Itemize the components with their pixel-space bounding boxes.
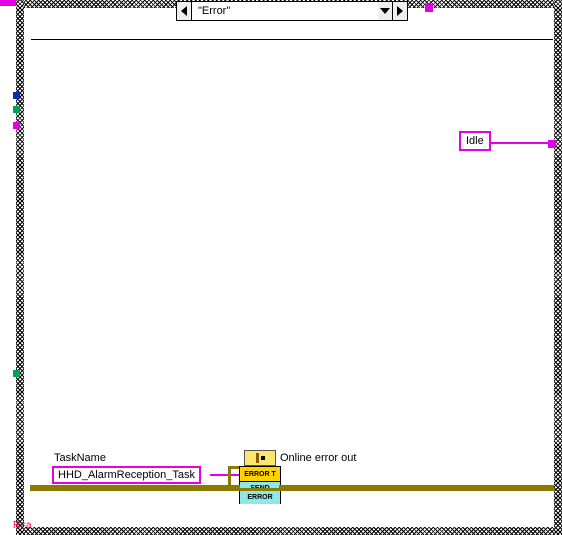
bundle-glyph-icon [256, 453, 259, 463]
string-constant-idle-text: Idle [466, 135, 484, 147]
wire-idle [490, 142, 550, 144]
bundle-dot-icon [261, 456, 265, 460]
send-error-subvi[interactable]: ERROR T SEND ERROR [239, 466, 281, 504]
red-marker: R=a [13, 520, 32, 531]
structure-border-bottom [16, 527, 562, 535]
case-dropdown-button[interactable] [378, 2, 392, 20]
case-prev-button[interactable] [177, 2, 192, 20]
subvi-body: SEND ERROR [240, 482, 280, 504]
left-tunnel-1[interactable] [13, 92, 20, 99]
wire-cluster-out [279, 485, 554, 488]
string-constant-idle[interactable]: Idle [459, 131, 491, 151]
bundle-by-name-node[interactable] [244, 450, 276, 466]
wire-cluster-branch-v [228, 466, 231, 488]
chevron-right-icon [397, 6, 403, 16]
chevron-down-icon [380, 8, 390, 14]
left-tunnel-2[interactable] [13, 106, 20, 113]
case-selector-label[interactable]: "Error" [192, 2, 378, 20]
left-tunnel-3[interactable] [13, 122, 20, 129]
case-next-button[interactable] [392, 2, 407, 20]
left-tunnel-4[interactable] [13, 370, 20, 377]
wire-cluster-bottom [30, 488, 555, 491]
inner-rule [31, 39, 553, 40]
taskname-label: TaskName [54, 452, 106, 464]
wire-taskname [210, 474, 239, 476]
case-selector[interactable]: "Error" [176, 1, 408, 21]
bundle-output-label: Online error out [280, 452, 356, 464]
structure-border-right [554, 0, 562, 535]
taskname-constant[interactable]: HHD_AlarmReception_Task [52, 466, 201, 484]
wire-cluster-to-subvi [228, 466, 239, 469]
taskname-constant-text: HHD_AlarmReception_Task [58, 469, 195, 481]
case-handle[interactable] [425, 4, 433, 12]
chevron-left-icon [181, 6, 187, 16]
wire-cluster-in [30, 485, 240, 488]
structure-border-left [16, 0, 24, 535]
subvi-header: ERROR T [240, 467, 280, 482]
